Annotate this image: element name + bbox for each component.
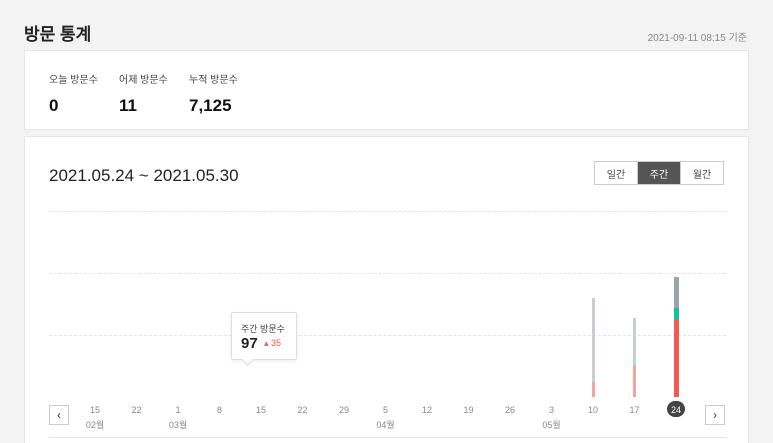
- visit-chart-card: 2021.05.24 ~ 2021.05.30 일간 주간 월간 15 02월 22…: [24, 136, 749, 443]
- x-tick-label[interactable]: 22: [288, 405, 318, 415]
- chart-bar-segment: [633, 317, 636, 360]
- stat-yesterday-label: 어제 방문수: [119, 75, 168, 86]
- chart-bar-segment: [591, 297, 595, 380]
- chart-next-button[interactable]: ›: [705, 405, 725, 425]
- x-month-label: 03월: [168, 420, 188, 430]
- x-tick-label[interactable]: 3: [537, 405, 567, 415]
- x-tick-label[interactable]: 29: [329, 405, 359, 415]
- period-weekly-button[interactable]: 주간: [637, 162, 680, 184]
- chart-x-axis-line: [49, 437, 726, 438]
- stat-total-value: 7,125: [189, 96, 232, 115]
- chart-tooltip: 주간 방문수 97 ▴ 35: [231, 312, 297, 360]
- chart-bar-segment: [673, 320, 679, 397]
- stat-yesterday: 어제 방문수 11: [119, 71, 168, 116]
- up-triangle-icon: ▴: [264, 338, 269, 348]
- x-tick-label[interactable]: 1: [163, 405, 193, 415]
- x-tick-label[interactable]: 8: [205, 405, 235, 415]
- x-tick-label[interactable]: 15: [246, 405, 276, 415]
- x-tick-label[interactable]: 17: [620, 405, 650, 415]
- stat-yesterday-value: 11: [119, 96, 137, 115]
- x-month-label: 05월: [542, 420, 561, 430]
- chart-bar[interactable]: [633, 317, 636, 397]
- chart-prev-button[interactable]: ‹: [49, 405, 69, 425]
- chart-bar[interactable]: [591, 297, 595, 397]
- visit-summary-card: 오늘 방문수 0 어제 방문수 11 누적 방문수 7,125: [24, 50, 749, 130]
- tooltip-label: 주간 방문수: [241, 324, 285, 334]
- stat-today-label: 오늘 방문수: [49, 75, 98, 86]
- x-month-label: 02월: [85, 420, 105, 430]
- chart-gridline: [49, 335, 726, 336]
- stat-today: 오늘 방문수 0: [49, 71, 98, 116]
- chart-bar[interactable]: [673, 276, 679, 397]
- x-month-label: 04월: [376, 420, 395, 430]
- x-tick-label[interactable]: 24: [661, 405, 691, 415]
- x-tick-label[interactable]: 26: [495, 405, 525, 415]
- tooltip-value: 97: [241, 335, 258, 352]
- x-tick-label[interactable]: 15: [80, 405, 110, 415]
- chart-gridline: [49, 211, 726, 212]
- tooltip-delta: ▴ 35: [264, 338, 281, 349]
- chevron-right-icon: ›: [713, 408, 717, 422]
- updated-timestamp: 2021-09-11 08:15 기준: [647, 33, 747, 44]
- chart-bar-segment: [673, 307, 679, 321]
- x-tick-label[interactable]: 22: [122, 405, 152, 415]
- chart-bar-segment: [633, 359, 636, 365]
- x-tick-label[interactable]: 12: [412, 405, 442, 415]
- page-title: 방문 통계: [24, 25, 92, 44]
- stat-total: 누적 방문수 7,125: [189, 71, 238, 116]
- chart-bar-segment: [591, 379, 595, 383]
- period-daily-button[interactable]: 일간: [595, 162, 637, 184]
- x-tick-label[interactable]: 19: [454, 405, 484, 415]
- x-tick-label[interactable]: 10: [578, 405, 608, 415]
- chart-bar-segment: [673, 276, 679, 308]
- stat-total-label: 누적 방문수: [189, 75, 238, 86]
- stat-today-value: 0: [49, 96, 59, 115]
- chart-bar-segment: [591, 382, 595, 397]
- date-range-title: 2021.05.24 ~ 2021.05.30: [49, 166, 239, 185]
- period-monthly-button[interactable]: 월간: [680, 162, 723, 184]
- tooltip-delta-value: 35: [271, 338, 282, 348]
- chart-gridline: [49, 273, 726, 274]
- chevron-left-icon: ‹: [57, 408, 61, 422]
- x-tick-label[interactable]: 5: [371, 405, 401, 415]
- chart-bar-segment: [633, 364, 636, 397]
- period-toggle: 일간 주간 월간: [594, 161, 724, 185]
